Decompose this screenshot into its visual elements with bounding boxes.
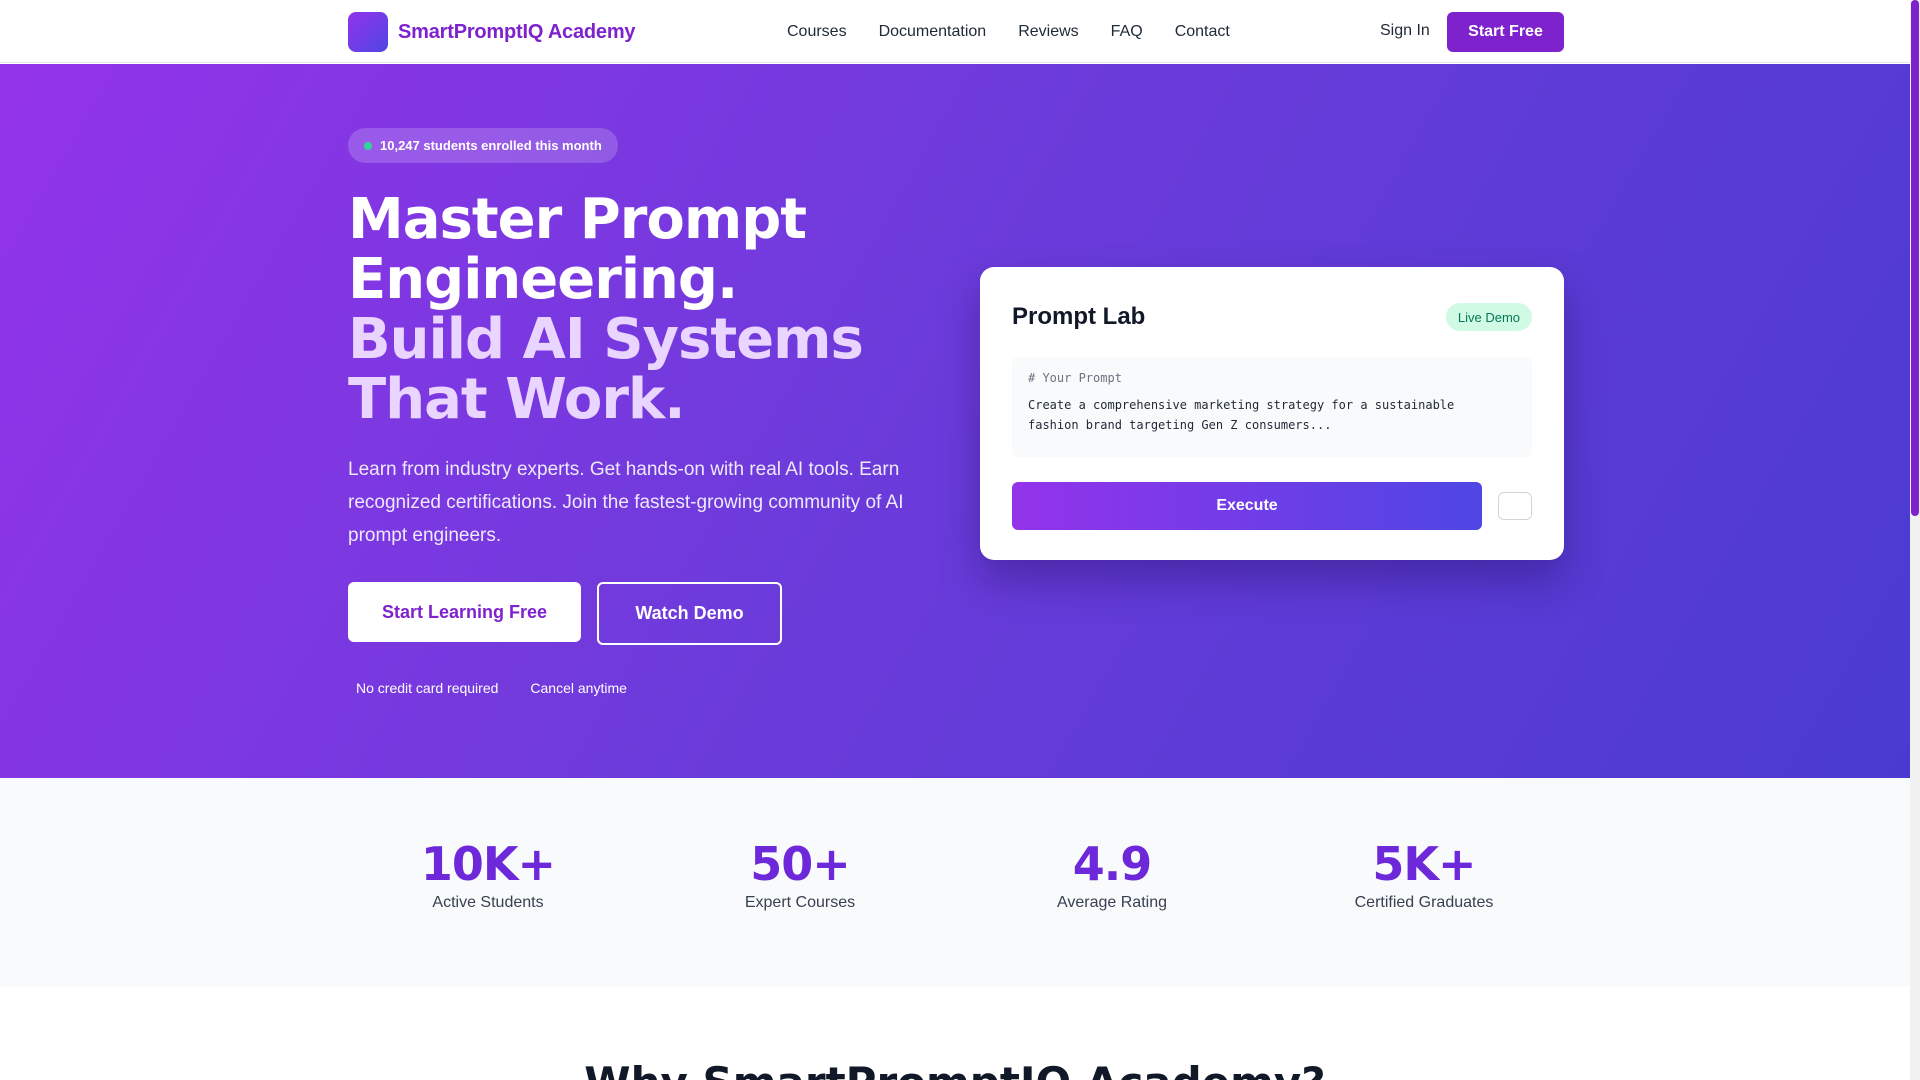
prompt-code-line-2: fashion brand targeting Gen Z consumers.… xyxy=(1028,418,1332,432)
why-section-heading: Why SmartPromptIQ Academy? xyxy=(0,1058,1910,1080)
stat-active-students: 10K+ Active Students xyxy=(358,838,618,912)
nav-link-faq[interactable]: FAQ xyxy=(1111,23,1143,41)
execute-button[interactable]: Execute xyxy=(1012,482,1482,530)
nav-link-reviews[interactable]: Reviews xyxy=(1018,23,1078,41)
hero-notes: No credit card required Cancel anytime xyxy=(356,680,627,696)
copy-toggle-button[interactable] xyxy=(1498,492,1532,520)
stat-value: 10K+ xyxy=(420,837,556,891)
start-learning-free-button[interactable]: Start Learning Free xyxy=(348,582,581,642)
prompt-lab-title: Prompt Lab xyxy=(1012,303,1146,330)
stat-expert-courses: 50+ Expert Courses xyxy=(670,838,930,912)
watch-demo-button[interactable]: Watch Demo xyxy=(597,582,782,645)
nav-link-courses[interactable]: Courses xyxy=(787,23,847,41)
prompt-code-line-1: Create a comprehensive marketing strateg… xyxy=(1028,398,1455,412)
stat-certified-graduates: 5K+ Certified Graduates xyxy=(1294,838,1554,912)
prompt-code-text: Create a comprehensive marketing strateg… xyxy=(1028,395,1516,435)
scrollbar-thumb[interactable] xyxy=(1911,0,1919,516)
hero-section: 10,247 students enrolled this month Mast… xyxy=(0,64,1910,778)
stat-average-rating: 4.9 Average Rating xyxy=(982,838,1242,912)
enrollment-badge-text: 10,247 students enrolled this month xyxy=(380,138,602,153)
stat-label: Expert Courses xyxy=(744,894,856,911)
stat-value: 5K+ xyxy=(1372,837,1476,891)
prompt-code-box[interactable]: # Your Prompt Create a comprehensive mar… xyxy=(1012,357,1532,457)
enrollment-badge: 10,247 students enrolled this month xyxy=(348,128,618,163)
primary-nav: Courses Documentation Reviews FAQ Contac… xyxy=(787,0,1230,63)
stat-label: Active Students xyxy=(432,894,544,911)
headline-line-4: That Work. xyxy=(348,367,686,432)
sign-in-link[interactable]: Sign In xyxy=(1380,22,1430,40)
stat-label: Average Rating xyxy=(1057,894,1167,911)
brand-logo-icon xyxy=(348,12,388,52)
prompt-lab-card: Prompt Lab Live Demo # Your Prompt Creat… xyxy=(980,267,1564,560)
hero-subtext: Learn from industry experts. Get hands-o… xyxy=(348,459,904,546)
no-credit-card-note: No credit card required xyxy=(356,680,499,696)
headline-line-1: Master Prompt xyxy=(348,187,807,252)
page-scrollbar[interactable] xyxy=(1910,0,1920,1080)
nav-link-documentation[interactable]: Documentation xyxy=(879,23,987,41)
stat-value: 50+ xyxy=(750,837,851,891)
top-nav: SmartPromptIQ Academy Courses Documentat… xyxy=(0,0,1910,63)
nav-link-contact[interactable]: Contact xyxy=(1175,23,1230,41)
headline-line-2: Engineering. xyxy=(348,247,738,312)
cancel-anytime-note: Cancel anytime xyxy=(530,680,627,696)
stat-value: 4.9 xyxy=(1072,837,1153,891)
start-free-button[interactable]: Start Free xyxy=(1447,12,1564,52)
live-dot-icon xyxy=(364,141,372,150)
hero-headline: Master Prompt Engineering. Build AI Syst… xyxy=(348,190,968,430)
brand-logo-link[interactable]: SmartPromptIQ Academy xyxy=(348,12,636,52)
prompt-code-comment: # Your Prompt xyxy=(1028,371,1122,385)
brand-name: SmartPromptIQ Academy xyxy=(398,20,636,43)
headline-line-3: Build AI Systems xyxy=(348,307,864,372)
stat-label: Certified Graduates xyxy=(1354,894,1494,911)
stats-section: 10K+ Active Students 50+ Expert Courses … xyxy=(0,778,1910,986)
live-demo-badge: Live Demo xyxy=(1445,303,1532,331)
